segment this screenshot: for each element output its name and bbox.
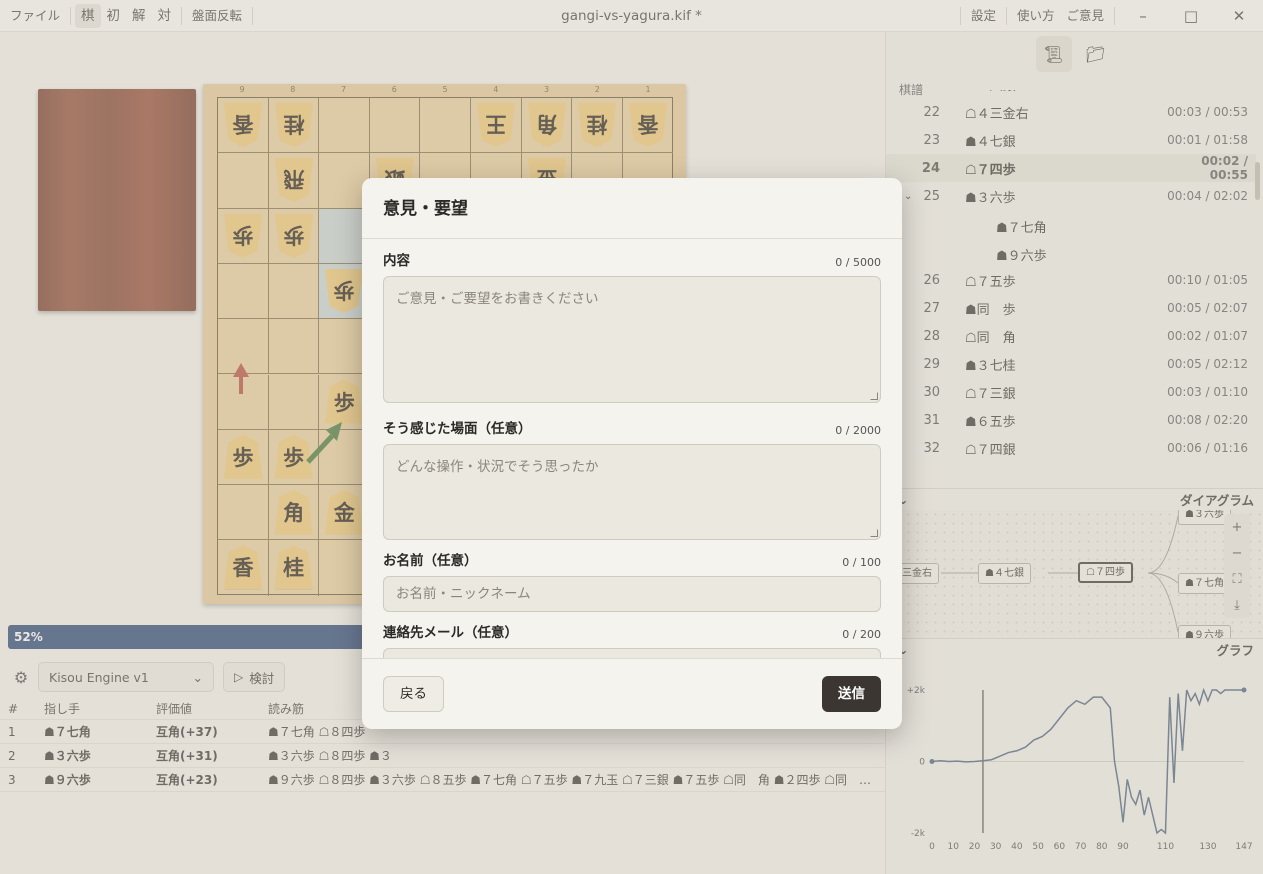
- name-placeholder: お名前・ニックネーム: [396, 586, 531, 602]
- dialog-footer: 戻る 送信: [362, 658, 902, 729]
- field-header: お名前（任意） 0 / 100: [383, 540, 881, 576]
- back-button[interactable]: 戻る: [383, 676, 444, 712]
- feedback-dialog: 意見・要望 内容 0 / 5000 ご意見・ご要望をお書きください そう感じた場…: [362, 178, 902, 729]
- field-header: 連絡先メール（任意） 0 / 200: [383, 612, 881, 648]
- dialog-title: 意見・要望: [362, 178, 902, 239]
- field-header: そう感じた場面（任意） 0 / 2000: [383, 403, 881, 444]
- field-header: 内容 0 / 5000: [383, 240, 881, 276]
- email-label: 連絡先メール（任意）: [383, 625, 518, 641]
- dialog-body: 内容 0 / 5000 ご意見・ご要望をお書きください そう感じた場面（任意） …: [362, 240, 902, 658]
- name-label: お名前（任意）: [383, 553, 478, 569]
- situation-textarea[interactable]: どんな操作・状況でそう思ったか: [383, 444, 881, 540]
- name-input[interactable]: お名前・ニックネーム: [383, 576, 881, 612]
- content-placeholder: ご意見・ご要望をお書きください: [396, 291, 599, 307]
- name-counter: 0 / 100: [842, 556, 881, 569]
- content-counter: 0 / 5000: [835, 256, 881, 269]
- situation-label: そう感じた場面（任意）: [383, 421, 532, 437]
- content-label: 内容: [383, 253, 410, 269]
- email-counter: 0 / 200: [842, 628, 881, 641]
- situation-counter: 0 / 2000: [835, 424, 881, 437]
- situation-placeholder: どんな操作・状況でそう思ったか: [396, 459, 599, 475]
- content-textarea[interactable]: ご意見・ご要望をお書きください: [383, 276, 881, 403]
- email-field[interactable]: [383, 648, 881, 658]
- send-button[interactable]: 送信: [822, 676, 881, 712]
